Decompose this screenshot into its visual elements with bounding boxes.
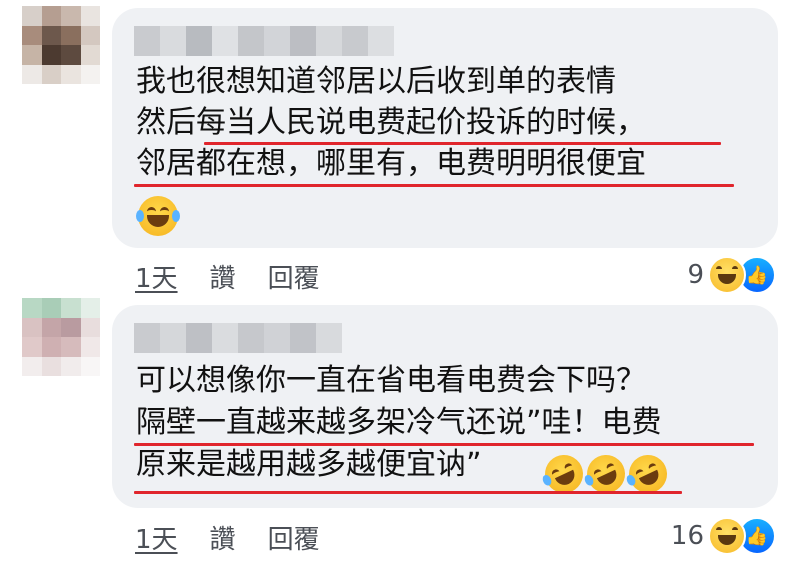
comment-text-highlighted: 邻居都在想，哪里有，电费明明很便宜 xyxy=(136,146,646,181)
comment-text: 我也很想知道邻居以后收到单的表情 xyxy=(136,64,616,99)
comment-line: 原来是越用越多越便宜讷” xyxy=(136,447,482,489)
comment-text: 可以想像你一直在省电看电费会下吗？ xyxy=(136,363,646,398)
haha-reaction-icon xyxy=(708,517,746,555)
comment-line: 我也很想知道邻居以后收到单的表情 xyxy=(136,64,616,106)
comment-actions: 1天 讚 回覆 xyxy=(135,519,320,556)
comment-text-highlighted: 原来是越用越多越便宜讷” xyxy=(136,447,482,482)
comment-line: 可以想像你一直在省电看电费会下吗？ xyxy=(136,363,646,405)
comment-bubble: 我也很想知道邻居以后收到单的表情 然后每当人民说电费起价投诉的时候， 邻居都在想… xyxy=(112,8,778,248)
reaction-summary[interactable]: 16 👍 xyxy=(671,517,776,555)
comment-line: 隔壁一直越来越多架冷气还说”哇！电费 xyxy=(136,405,662,447)
comment-text-highlighted: 每当人民说电费起价投诉的时候， xyxy=(196,105,646,140)
like-button[interactable]: 讚 xyxy=(210,519,236,556)
haha-reaction-icon xyxy=(708,256,746,294)
red-underline xyxy=(134,491,682,494)
author-name-blurred[interactable] xyxy=(134,323,342,353)
comment-actions: 1天 讚 回覆 xyxy=(135,258,320,295)
avatar[interactable] xyxy=(22,6,100,84)
comment-line: 邻居都在想，哪里有，电费明明很便宜 xyxy=(136,146,646,188)
comment-line: 然后每当人民说电费起价投诉的时候， xyxy=(136,105,646,147)
comment-text: 然后 xyxy=(136,105,196,140)
reaction-summary[interactable]: 9 👍 xyxy=(687,256,776,294)
red-underline xyxy=(134,443,754,446)
comment-bubble: 可以想像你一直在省电看电费会下吗？ 隔壁一直越来越多架冷气还说”哇！电费 原来是… xyxy=(112,305,778,508)
reaction-count: 16 xyxy=(670,521,704,551)
reply-button[interactable]: 回覆 xyxy=(268,258,320,295)
face-with-tears-of-joy-icon xyxy=(136,196,180,236)
avatar[interactable] xyxy=(22,298,100,376)
reaction-count: 9 xyxy=(687,260,704,290)
timestamp-link[interactable]: 1天 xyxy=(135,258,178,295)
like-button[interactable]: 讚 xyxy=(210,258,236,295)
comment-text-highlighted: 隔壁一直越来越多架冷气还说”哇！电费 xyxy=(136,405,662,440)
red-underline xyxy=(204,142,721,145)
timestamp-link[interactable]: 1天 xyxy=(135,519,178,556)
red-underline xyxy=(134,184,734,187)
reply-button[interactable]: 回覆 xyxy=(268,519,320,556)
author-name-blurred[interactable] xyxy=(134,26,394,56)
